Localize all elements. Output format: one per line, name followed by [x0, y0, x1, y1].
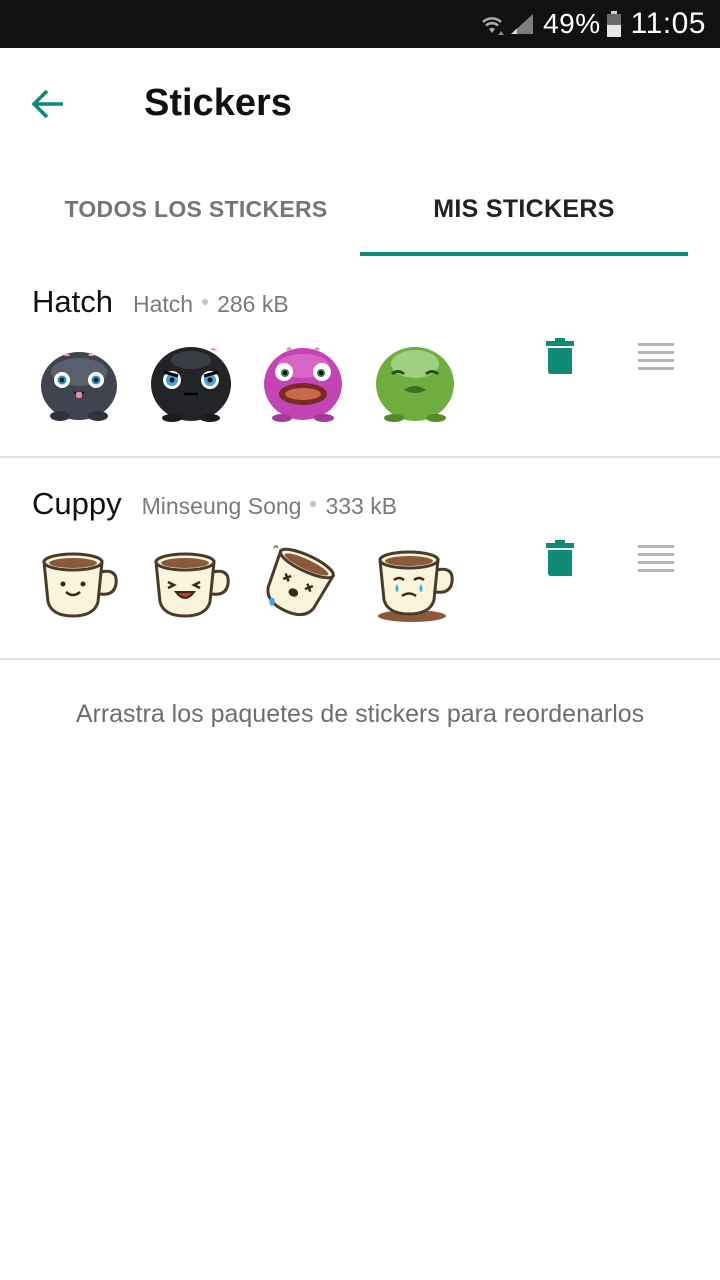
tab-my-stickers[interactable]: MIS STICKERS — [360, 160, 688, 258]
signal-icon — [509, 12, 543, 36]
tab-indicator — [360, 252, 688, 256]
tab-bar: TODOS LOS STICKERS MIS STICKERS — [0, 160, 720, 258]
pack-header: Hatch Hatch 286 kB — [32, 284, 289, 320]
back-button[interactable] — [22, 78, 74, 130]
pack-header: Cuppy Minseung Song 333 kB — [32, 486, 397, 522]
pack-size: 333 kB — [325, 493, 398, 519]
pack-meta: Hatch 286 kB — [133, 291, 289, 318]
pack-name: Hatch — [32, 284, 113, 319]
drag-handle-icon — [638, 343, 674, 370]
delete-pack-button[interactable] — [540, 338, 580, 378]
wifi-icon — [479, 11, 509, 37]
drag-handle-icon — [638, 545, 674, 572]
sticker-previews — [36, 540, 484, 626]
sticker-cuppy-cry — [372, 540, 458, 626]
reorder-hint: Arrastra los paquetes de stickers para r… — [75, 700, 645, 728]
arrow-back-icon — [31, 89, 63, 119]
delete-pack-button[interactable] — [540, 540, 580, 580]
sticker-cuppy-dizzy — [260, 540, 346, 626]
page-title: Stickers — [144, 82, 292, 124]
battery-icon — [606, 11, 631, 37]
trash-icon — [546, 540, 574, 576]
battery-percent: 49% — [543, 8, 601, 39]
sticker-pack-row[interactable]: Cuppy Minseung Song 333 kB — [0, 460, 720, 660]
sticker-hatch-dark-gray — [36, 338, 122, 424]
separator-dot — [310, 500, 317, 507]
sticker-hatch-pink — [260, 338, 346, 424]
tab-all-stickers[interactable]: TODOS LOS STICKERS — [32, 160, 360, 258]
clock: 11:05 — [630, 7, 706, 40]
pack-author: Minseung Song — [141, 493, 302, 519]
sticker-hatch-green — [372, 338, 458, 424]
status-bar: 49% 11:05 — [0, 0, 720, 48]
pack-size: 286 kB — [217, 291, 289, 317]
sticker-cuppy-laugh — [148, 540, 234, 626]
separator-dot — [202, 298, 209, 305]
pack-name: Cuppy — [32, 486, 122, 521]
sticker-hatch-black — [148, 338, 234, 424]
app-bar: Stickers — [0, 48, 720, 160]
drag-handle[interactable] — [636, 540, 676, 580]
sticker-previews — [36, 338, 484, 424]
pack-meta: Minseung Song 333 kB — [142, 493, 397, 520]
drag-handle[interactable] — [636, 338, 676, 378]
pack-author: Hatch — [132, 291, 194, 317]
sticker-cuppy-smile — [36, 540, 122, 626]
trash-icon — [546, 338, 574, 374]
sticker-pack-row[interactable]: Hatch Hatch 286 kB — [0, 258, 720, 458]
